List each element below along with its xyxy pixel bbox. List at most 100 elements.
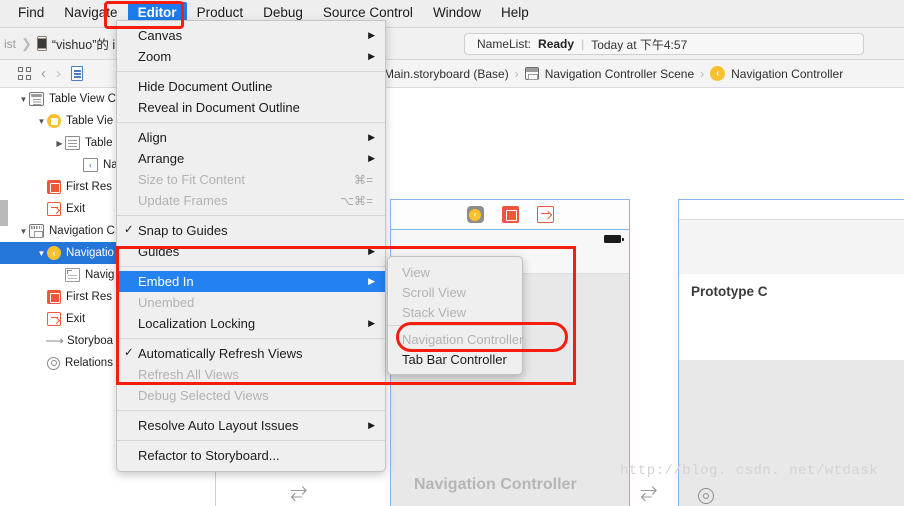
outline-label: Table View C — [49, 93, 116, 105]
outline-label: Navig — [85, 269, 115, 281]
menu-item-automatically-refresh-views[interactable]: ✓ Automatically Refresh Views — [117, 343, 385, 364]
scene-dock-navigation-controller[interactable]: ‹ — [391, 200, 629, 230]
breadcrumb-separator: › — [514, 66, 519, 81]
menu-separator — [117, 338, 385, 339]
menu-item-arrange[interactable]: Arrange ▶ — [117, 148, 385, 169]
exit-icon — [47, 202, 61, 216]
grid-view-icon[interactable] — [18, 67, 31, 80]
menu-item-label: Hide Document Outline — [138, 79, 273, 94]
relationship-icon — [47, 356, 60, 370]
breadcrumb-item-storyboard[interactable]: Main.storyboard (Base) — [384, 67, 509, 81]
menu-separator — [117, 410, 385, 411]
view-controller-icon — [47, 114, 61, 128]
menu-item-label: Refactor to Storyboard... — [138, 448, 280, 463]
outline-label: First Res — [66, 291, 112, 303]
battery-icon — [604, 235, 624, 243]
disclosure-triangle-icon[interactable]: ▼ — [18, 227, 29, 236]
menu-separator — [117, 71, 385, 72]
menu-item-label: Update Frames — [138, 193, 228, 208]
menu-item-hide-document-outline[interactable]: Hide Document Outline — [117, 76, 385, 97]
segue-arrow-right: ⥂ — [640, 478, 658, 503]
outline-label: Table — [85, 137, 113, 149]
table-body-area — [679, 360, 904, 506]
document-icon[interactable] — [71, 66, 83, 81]
menu-separator — [117, 122, 385, 123]
disclosure-spacer: ► — [36, 183, 47, 192]
breadcrumb-item-scene[interactable]: Navigation Controller Scene — [545, 67, 694, 81]
scene-icon — [29, 92, 44, 106]
chevron-right-icon: ▶ — [368, 420, 375, 430]
menu-item-label: Localization Locking — [138, 316, 256, 331]
menu-item-label: Size to Fit Content — [138, 172, 245, 187]
menu-item-label: Arrange — [138, 151, 185, 166]
submenu-item-label: Tab Bar Controller — [402, 351, 507, 367]
exit-dock-icon[interactable] — [536, 206, 554, 223]
first-responder-icon — [47, 290, 61, 304]
menu-item-label: Snap to Guides — [138, 223, 228, 238]
nav-item-icon: ‹ — [83, 158, 98, 172]
editor-menu[interactable]: Canvas ▶ Zoom ▶ Hide Document Outline Re… — [116, 20, 386, 472]
submenu-item-tab-bar-controller[interactable]: Tab Bar Controller — [388, 349, 522, 369]
status-divider: | — [581, 37, 585, 51]
menubar-item-window[interactable]: Window — [423, 2, 491, 25]
disclosure-triangle-icon[interactable]: ▼ — [18, 95, 29, 104]
disclosure-triangle-icon[interactable]: ▼ — [36, 117, 47, 126]
disclosure-triangle-icon[interactable]: ▼ — [36, 249, 47, 258]
menubar-item-help[interactable]: Help — [491, 2, 539, 25]
menu-item-localization-locking[interactable]: Localization Locking ▶ — [117, 313, 385, 334]
disclosure-spacer: ► — [36, 359, 47, 368]
chevron-right-icon: ❯ — [21, 35, 32, 51]
forward-arrow-icon[interactable]: › — [56, 66, 61, 81]
menu-item-unembed: Unembed — [117, 292, 385, 313]
submenu-item-scroll-view: Scroll View — [388, 282, 522, 302]
outline-label: Navigatio — [66, 247, 114, 259]
navigation-bar-2 — [679, 200, 904, 220]
first-responder-dock-icon[interactable] — [501, 206, 519, 223]
navigation-bar-icon — [65, 268, 80, 282]
submenu-item-navigation-controller[interactable]: Navigation Controller — [388, 329, 523, 349]
breadcrumb: Main.storyboard (Base) › Navigation Cont… — [384, 66, 843, 81]
menu-item-canvas[interactable]: Canvas ▶ — [117, 25, 385, 46]
status-project-name: NameList: — [477, 37, 532, 51]
storyboard-entry-icon: ⟶ — [45, 333, 64, 348]
disclosure-spacer: ► — [36, 293, 47, 302]
embed-in-submenu[interactable]: View Scroll View Stack View Navigation C… — [387, 256, 523, 375]
activity-status-field: NameList: Ready | Today at 下午4:57 — [464, 33, 864, 55]
xcode-window: Find Navigate Editor Product Debug Sourc… — [0, 0, 904, 506]
menu-item-label: Guides — [138, 244, 180, 259]
menu-item-snap-to-guides[interactable]: ✓ Snap to Guides — [117, 220, 385, 241]
relationship-segue-icon[interactable] — [698, 488, 714, 504]
chevron-right-icon: ▶ — [368, 318, 375, 328]
exit-icon — [47, 312, 61, 326]
storyboard-scene-icon — [524, 67, 539, 80]
outline-scrollbar[interactable] — [0, 200, 8, 226]
menu-separator — [117, 266, 385, 267]
submenu-item-label: Scroll View — [402, 284, 467, 300]
menu-item-embed-in[interactable]: Embed In ▶ — [117, 271, 385, 292]
menu-item-label: Unembed — [138, 295, 195, 310]
chevron-right-icon: ▶ — [368, 51, 375, 61]
menu-item-debug-selected-views: Debug Selected Views — [117, 385, 385, 406]
menu-item-label: Resolve Auto Layout Issues — [138, 418, 299, 433]
menubar-item-find[interactable]: Find — [8, 2, 54, 25]
submenu-item-view: View — [388, 262, 522, 282]
menu-item-refactor-to-storyboard[interactable]: Refactor to Storyboard... — [117, 445, 385, 466]
breadcrumb-separator-2: › — [700, 66, 705, 81]
menu-item-guides[interactable]: Guides ▶ — [117, 241, 385, 262]
menu-item-zoom[interactable]: Zoom ▶ — [117, 46, 385, 67]
back-arrow-icon[interactable]: ‹ — [41, 66, 46, 81]
scene-screen-table-view: Prototype C — [679, 200, 904, 506]
first-responder-icon — [47, 180, 61, 194]
scheme-selector[interactable]: ist ❯ “vishuo”的 iP — [0, 34, 123, 53]
menu-item-align[interactable]: Align ▶ — [117, 127, 385, 148]
menu-item-label: Automatically Refresh Views — [138, 346, 303, 361]
menu-item-shortcut: ⌥⌘= — [340, 193, 373, 208]
outline-label: First Res — [66, 181, 112, 193]
disclosure-triangle-icon[interactable]: ▶ — [54, 139, 65, 148]
menu-item-reveal-in-document-outline[interactable]: Reveal in Document Outline — [117, 97, 385, 118]
menu-item-shortcut: ⌘= — [353, 172, 373, 187]
status-timestamp: Today at 下午4:57 — [591, 37, 688, 52]
view-controller-dock-icon[interactable]: ‹ — [466, 206, 484, 223]
breadcrumb-item-controller[interactable]: Navigation Controller — [731, 67, 843, 81]
menu-item-resolve-auto-layout-issues[interactable]: Resolve Auto Layout Issues ▶ — [117, 415, 385, 436]
